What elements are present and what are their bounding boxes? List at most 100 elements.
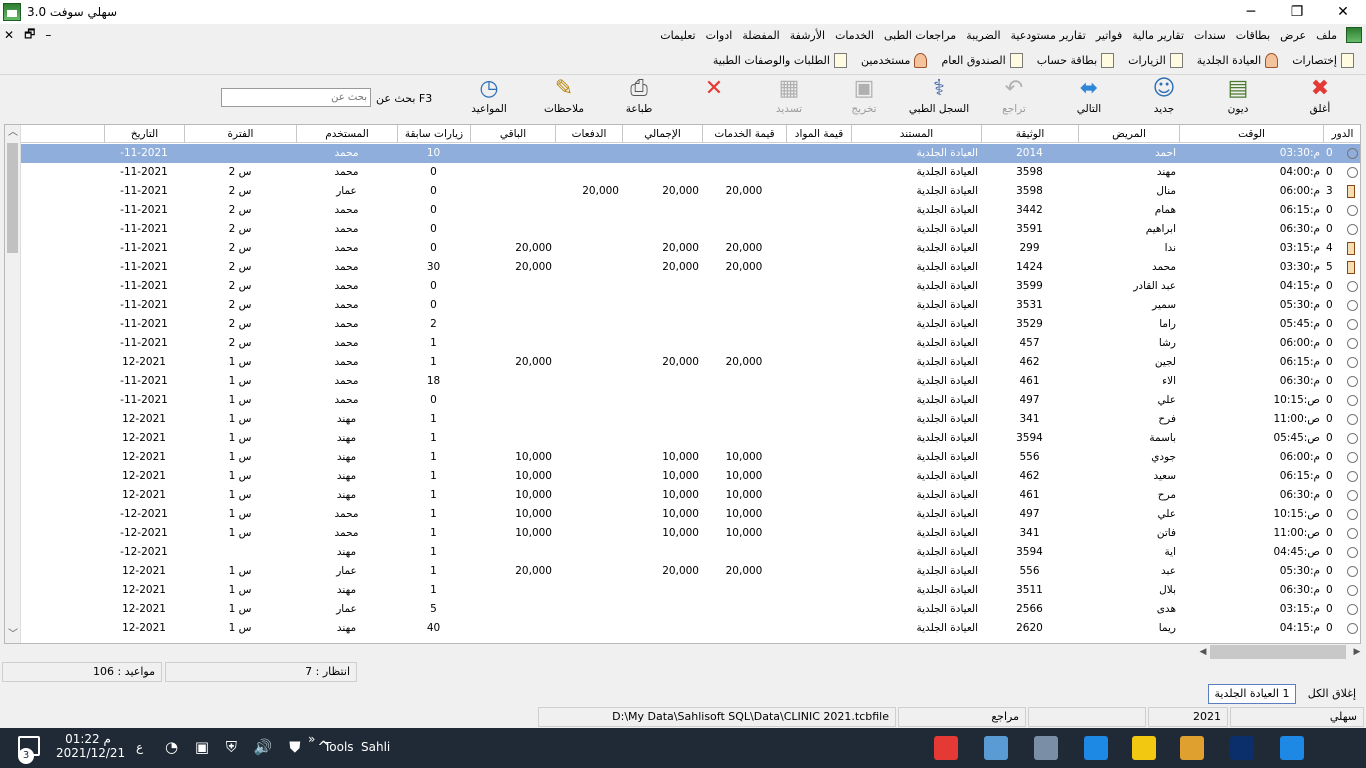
horizontal-scroll-thumb[interactable]	[1210, 645, 1346, 659]
table-row[interactable]: 0 06:00:م رشا 457 العيادة الجلدية 1 محمد 2 س -11…	[21, 334, 1360, 353]
remote-icon[interactable]	[1034, 736, 1058, 760]
shortcut-item[interactable]: مستخدمين	[861, 52, 928, 68]
ccleaner-icon[interactable]	[1084, 736, 1108, 760]
table-row[interactable]: 0 05:45:ص باسمة 3594 العيادة الجلدية 1 مهند 1 س…	[21, 429, 1360, 448]
menu-item[interactable]: الخدمات	[830, 29, 879, 42]
new-button[interactable]: ☺ جديد	[1126, 77, 1202, 121]
table-row[interactable]: 4 03:15:م ندا 299 العيادة الجلدية 20,000 20,00…	[21, 239, 1360, 258]
menu-item[interactable]: الضريبة	[961, 29, 1005, 42]
table-row[interactable]: 0 06:30:م مرح 461 العيادة الجلدية 10,000 10,00…	[21, 486, 1360, 505]
restore-button[interactable]: ❐	[1274, 0, 1320, 24]
next-button[interactable]: ⬌ التالي	[1051, 77, 1127, 121]
undo-button[interactable]: ↶ تراجع	[976, 77, 1052, 121]
shortcut-item[interactable]: الطلبات والوصفات الطبية	[713, 52, 847, 68]
menu-item[interactable]: سندات	[1189, 29, 1231, 42]
column-header[interactable]: الإجمالي	[622, 125, 702, 143]
column-header[interactable]: قيمة المواد	[786, 125, 851, 143]
debts-button[interactable]: ▤ ديون	[1200, 77, 1276, 121]
shortcut-item[interactable]: الصندوق العام	[941, 52, 1023, 68]
mdi-minimize-button[interactable]: –	[45, 28, 51, 42]
close-all-button[interactable]: إغلاق الكل	[1308, 687, 1356, 700]
column-header[interactable]: المريض	[1078, 125, 1179, 143]
vertical-scrollbar[interactable]: ︿ ﹀	[5, 125, 21, 643]
table-row[interactable]: 3 06:00:م منال 3598 العيادة الجلدية 20,000 20,…	[21, 182, 1360, 201]
mdi-close-button[interactable]: ✕	[4, 28, 14, 42]
shortcut-item[interactable]: الزيارات	[1128, 52, 1183, 68]
checkout-button[interactable]: ▣ تخريج	[826, 77, 902, 121]
column-header[interactable]: المستند	[851, 125, 981, 143]
column-header[interactable]: المستخدم	[296, 125, 397, 143]
table-row[interactable]: 0 06:30:م ابراهيم 3591 العيادة الجلدية 0 محمد 2…	[21, 220, 1360, 239]
table-row[interactable]: 0 06:15:م لجين 462 العيادة الجلدية 20,000 20,0…	[21, 353, 1360, 372]
table-row[interactable]: 0 06:30:م الاء 461 العيادة الجلدية 18 محمد 1 س -…	[21, 372, 1360, 391]
cancel-button[interactable]: ✕	[676, 77, 752, 121]
menu-item[interactable]: ملف	[1311, 29, 1342, 42]
notes-button[interactable]: ✎ ملاحظات	[526, 77, 602, 121]
scroll-down-icon[interactable]: ﹀	[5, 627, 21, 643]
table-row[interactable]: 0 11:00:ص فرح 341 العيادة الجلدية 1 مهند 1 س 12-…	[21, 410, 1360, 429]
column-header[interactable]: التاريخ	[104, 125, 184, 143]
table-row[interactable]: 0 10:15:ص علي 497 العيادة الجلدية 0 محمد 1 س -11…	[21, 391, 1360, 410]
table-row[interactable]: 0 06:30:م بلال 3511 العيادة الجلدية 1 مهند 1 س 1…	[21, 581, 1360, 600]
menu-app-icon[interactable]	[1346, 27, 1362, 43]
clock[interactable]: 01:22 م 2021/12/21	[56, 732, 125, 760]
search-input[interactable]	[221, 88, 371, 107]
print-button[interactable]: ⎙ طباعة	[601, 77, 677, 121]
powerbi-icon[interactable]	[1132, 736, 1156, 760]
table-row[interactable]: 0 04:45:ص اية 3594 العيادة الجلدية 1 مهند -12-2…	[21, 543, 1360, 562]
menu-item[interactable]: بطاقات	[1231, 29, 1275, 42]
pay-button[interactable]: ▦ تسديد	[751, 77, 827, 121]
close-button[interactable]: ✖ أغلق	[1282, 77, 1358, 121]
menu-item[interactable]: تقارير مالية	[1127, 29, 1189, 42]
menu-item[interactable]: المفضلة	[737, 29, 784, 42]
shortcut-item[interactable]: إختصارات	[1292, 52, 1354, 68]
menu-item[interactable]: مراجعات الطبى	[879, 29, 961, 42]
menu-item[interactable]: فواتير	[1091, 29, 1127, 42]
shortcut-item[interactable]: العيادة الجلدية	[1197, 52, 1279, 68]
column-header[interactable]: الوقت	[1179, 125, 1323, 143]
shortcut-item[interactable]: بطاقة حساب	[1037, 52, 1115, 68]
paint-icon[interactable]	[1180, 736, 1204, 760]
table-row[interactable]: 0 10:15:ص علي 497 العيادة الجلدية 10,000 10,00…	[21, 505, 1360, 524]
table-row[interactable]: 5 03:30:م محمد 1424 العيادة الجلدية 20,000 20,…	[21, 258, 1360, 277]
table-row[interactable]: 0 11:00:ص فاتن 341 العيادة الجلدية 10,000 10,0…	[21, 524, 1360, 543]
table-row[interactable]: 0 04:00:م مهند 3598 العيادة الجلدية 0 محمد 2 س -…	[21, 163, 1360, 182]
table-row[interactable]: 0 03:30:م احمد 2014 العيادة الجلدية 10 محمد -11…	[21, 144, 1360, 163]
table-row[interactable]: 0 06:00:م جودي 556 العيادة الجلدية 10,000 10,0…	[21, 448, 1360, 467]
appointments-button[interactable]: ◷ المواعيد	[451, 77, 527, 121]
column-header[interactable]: الوثيقة	[981, 125, 1078, 143]
toolbar-expand-icon[interactable]: »	[308, 732, 315, 746]
hscroll-left-icon[interactable]: ◀	[1196, 645, 1210, 659]
tab-skin-clinic[interactable]: 1 العيادة الجلدية	[1208, 684, 1296, 704]
column-header[interactable]: الباقي	[470, 125, 555, 143]
tools-toolbar[interactable]: Tools	[324, 740, 354, 754]
close-window-button[interactable]: ✕	[1320, 0, 1366, 24]
calculator-icon[interactable]	[984, 736, 1008, 760]
sahli-toolbar[interactable]: Sahli	[361, 740, 390, 754]
photoshop-icon[interactable]	[1230, 736, 1254, 760]
menu-item[interactable]: ادوات	[701, 29, 738, 42]
table-row[interactable]: 0 06:15:م سعيد 462 العيادة الجلدية 10,000 10,0…	[21, 467, 1360, 486]
anydesk-icon[interactable]	[934, 736, 958, 760]
menu-item[interactable]: تعليمات	[655, 29, 700, 42]
ie-icon[interactable]	[1280, 736, 1304, 760]
table-row[interactable]: 0 04:15:م ريما 2620 العيادة الجلدية 40 مهند 1 س…	[21, 619, 1360, 638]
hscroll-right-icon[interactable]: ▶	[1350, 645, 1364, 659]
medical-record-button[interactable]: ⚕ السجل الطبي	[901, 77, 977, 121]
scroll-thumb[interactable]	[7, 143, 18, 253]
scroll-up-icon[interactable]: ︿	[5, 125, 21, 141]
column-header[interactable]: الفترة	[184, 125, 296, 143]
table-row[interactable]: 0 04:15:م عبد القادر 3599 العيادة الجلدية 0 مح…	[21, 277, 1360, 296]
minimize-button[interactable]: ─	[1228, 0, 1274, 24]
column-header[interactable]: الدور	[1323, 125, 1360, 143]
column-header[interactable]: زيارات سابقة	[397, 125, 470, 143]
menu-item[interactable]: تقارير مستودعية	[1006, 29, 1091, 42]
column-header[interactable]: قيمة الخدمات	[702, 125, 786, 143]
menu-item[interactable]: عرض	[1275, 29, 1311, 42]
menu-item[interactable]: الأرشفة	[785, 29, 830, 42]
table-row[interactable]: 0 05:45:م راما 3529 العيادة الجلدية 2 محمد 2 س -…	[21, 315, 1360, 334]
table-row[interactable]: 0 06:15:م همام 3442 العيادة الجلدية 0 محمد 2 س -…	[21, 201, 1360, 220]
mdi-restore-button[interactable]: 🗗	[24, 25, 35, 46]
table-row[interactable]: 0 05:30:م سمير 3531 العيادة الجلدية 0 محمد 2 س -…	[21, 296, 1360, 315]
column-header[interactable]: الدفعات	[555, 125, 622, 143]
